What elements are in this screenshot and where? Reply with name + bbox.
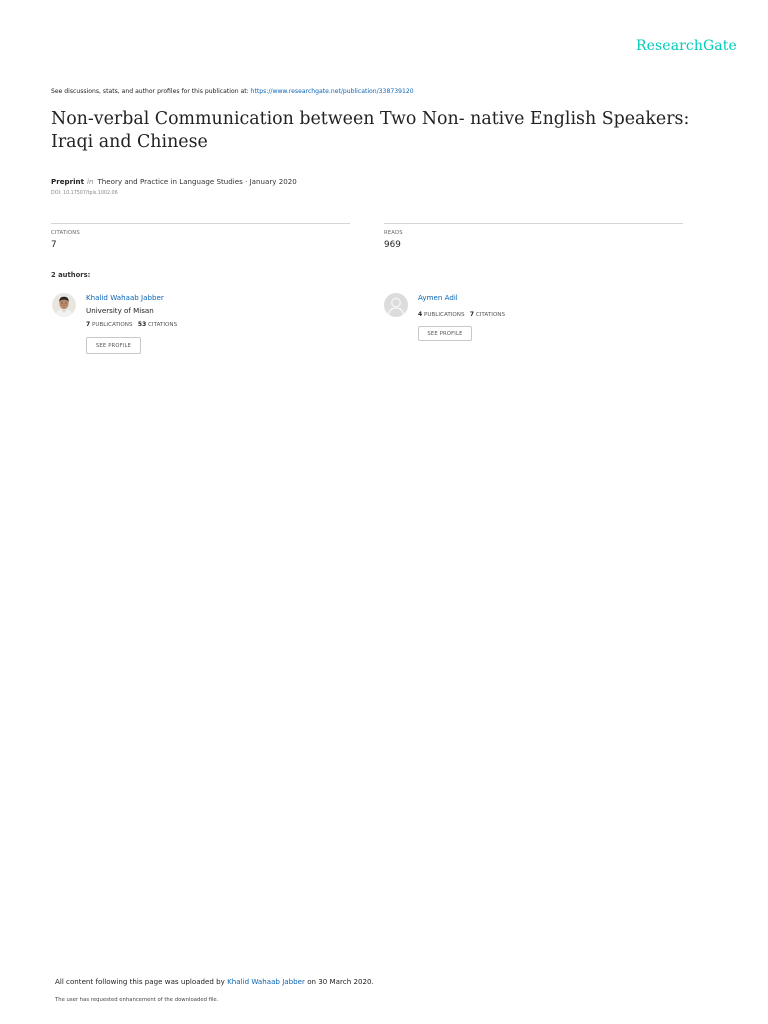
- uploader-link[interactable]: Khalid Wahaab Jabber: [227, 977, 305, 986]
- uploaded-suffix: on 30 March 2020.: [307, 977, 374, 986]
- in-word: in: [86, 177, 94, 186]
- reads-divider: [384, 223, 683, 224]
- publication-url-link[interactable]: https://www.researchgate.net/publication…: [251, 88, 414, 95]
- see-profile-button[interactable]: SEE PROFILE: [418, 326, 472, 341]
- uploaded-note: All content following this page was uplo…: [55, 977, 374, 986]
- publication-venue: Theory and Practice in Language Studies …: [97, 177, 297, 186]
- author-counts: 7 PUBLICATIONS 53 CITATIONS: [86, 321, 177, 328]
- reads-label: READS: [384, 230, 403, 236]
- uploaded-prefix: All content following this page was uplo…: [55, 977, 225, 986]
- publications-count: 7: [86, 321, 91, 328]
- publication-doi: DOI: 10.17507/tpls.1002.06: [51, 191, 118, 196]
- author-affiliation: University of Misan: [86, 306, 154, 315]
- author-name-link[interactable]: Khalid Wahaab Jabber: [86, 293, 164, 302]
- requested-note: The user has requested enhancement of th…: [55, 997, 219, 1003]
- citations-value: 7: [51, 240, 57, 250]
- researchgate-logo[interactable]: ResearchGate: [636, 38, 737, 54]
- discussions-text: See discussions, stats, and author profi…: [51, 88, 249, 95]
- publication-meta: Preprint in Theory and Practice in Languag…: [51, 177, 297, 186]
- citations-label: CITATIONS: [148, 322, 178, 328]
- see-profile-button[interactable]: SEE PROFILE: [86, 337, 141, 354]
- default-avatar-icon[interactable]: [384, 293, 408, 317]
- citations-label: CITATIONS: [51, 230, 80, 236]
- publication-type: Preprint: [51, 177, 84, 186]
- author-counts: 4 PUBLICATIONS 7 CITATIONS: [418, 311, 505, 318]
- citations-count: 53: [137, 321, 147, 328]
- reads-value: 969: [384, 240, 401, 250]
- publications-count: 4: [418, 311, 423, 318]
- user-photo-icon[interactable]: [52, 293, 76, 317]
- authors-heading: 2 authors:: [51, 271, 91, 279]
- discussions-line: See discussions, stats, and author profi…: [51, 88, 414, 95]
- publication-title: Non-verbal Communication between Two Non…: [51, 109, 690, 152]
- citations-count: 7: [469, 311, 475, 318]
- author-name-link[interactable]: Aymen Adil: [418, 293, 458, 302]
- citations-divider: [51, 223, 350, 224]
- publications-label: PUBLICATIONS: [423, 312, 465, 318]
- publications-label: PUBLICATIONS: [91, 322, 133, 328]
- citations-label: CITATIONS: [475, 312, 505, 318]
